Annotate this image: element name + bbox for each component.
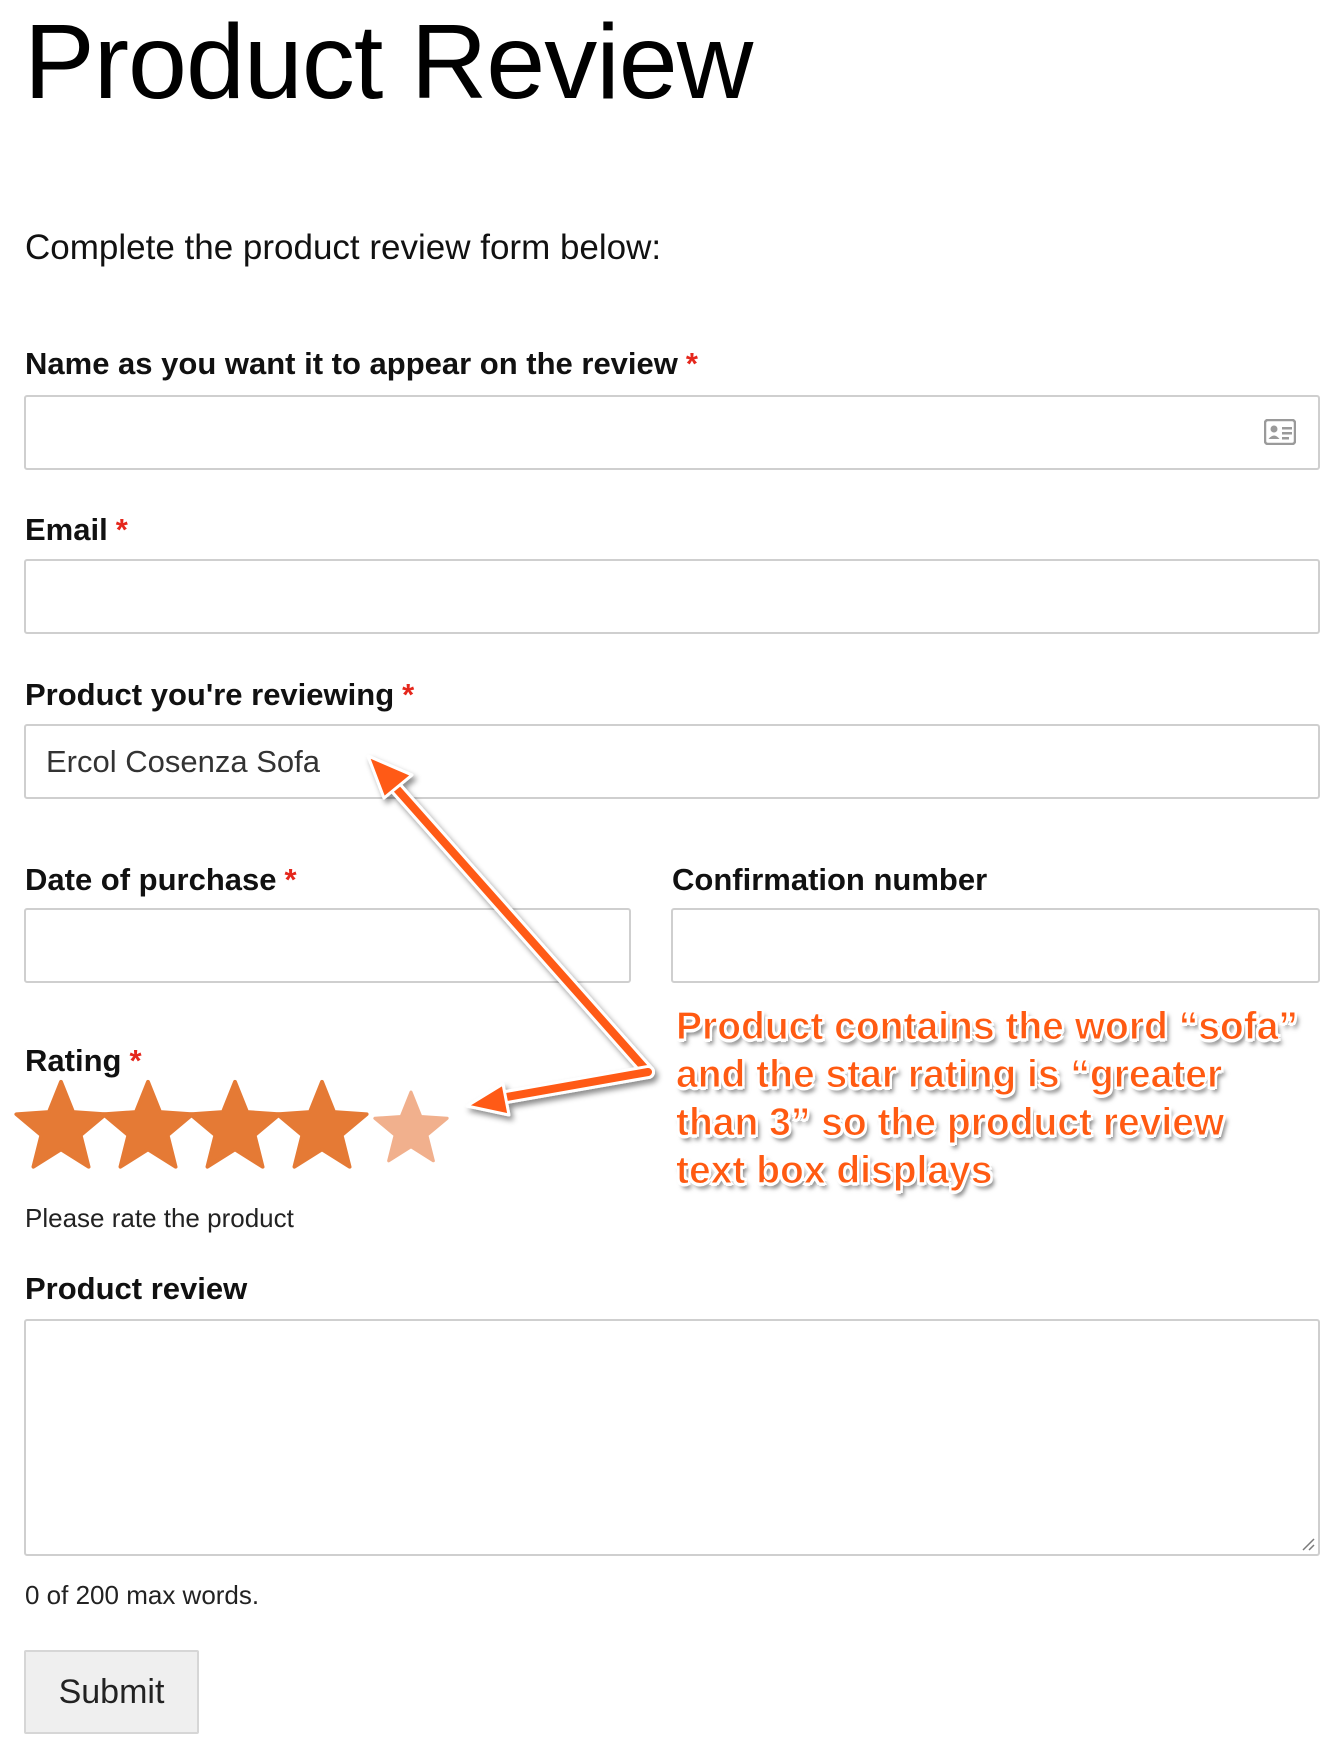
star-icon-4[interactable] (275, 1078, 369, 1172)
annotation-note: Product contains the word “sofa” and the… (676, 1003, 1326, 1195)
word-count: 0 of 200 max words. (25, 1580, 260, 1610)
date-of-purchase-label-text: Date of purchase (25, 862, 277, 897)
form-intro: Complete the product review form below: (25, 228, 662, 267)
confirmation-number-label: Confirmation number (672, 862, 987, 898)
confirmation-number-field[interactable] (671, 908, 1320, 983)
required-marker: * (115, 512, 128, 547)
arrow-to-stars-outline (488, 1065, 655, 1106)
email-label-text: Email (25, 512, 108, 547)
annotation-line: than 3” so the product review (676, 1101, 1225, 1145)
required-marker: * (402, 677, 415, 712)
name-field[interactable] (24, 395, 1320, 470)
star-shape (101, 1079, 195, 1169)
star-icon-2[interactable] (101, 1078, 195, 1172)
star-shape (188, 1079, 282, 1169)
rating-hint: Please rate the product (25, 1203, 294, 1233)
annotation-line: Product contains the word “sofa” (676, 1005, 1299, 1049)
product-label: Product you're reviewing * (25, 677, 414, 713)
email-label: Email * (25, 512, 128, 548)
rating-label-text: Rating (25, 1043, 122, 1078)
star-rating[interactable] (14, 1078, 474, 1178)
date-of-purchase-input[interactable] (26, 910, 629, 981)
star-icon-5[interactable] (373, 1089, 449, 1165)
date-of-purchase-label: Date of purchase * (25, 862, 297, 898)
name-input[interactable] (26, 397, 1318, 468)
submit-button[interactable]: Submit (24, 1650, 199, 1734)
confirmation-number-label-text: Confirmation number (672, 862, 988, 897)
rating-label: Rating * (25, 1043, 142, 1079)
product-review-field[interactable] (24, 1319, 1320, 1556)
product-input[interactable] (26, 726, 1318, 797)
star-icon-3[interactable] (188, 1078, 282, 1172)
page-title: Product Review (24, 3, 753, 121)
email-field[interactable] (24, 559, 1320, 634)
annotation-line: text box displays (676, 1149, 993, 1193)
annotation-line: and the star rating is “greater (676, 1053, 1223, 1097)
product-review-label: Product review (25, 1271, 247, 1307)
required-marker: * (284, 862, 297, 897)
star-shape (373, 1090, 449, 1163)
contact-card-icon[interactable] (1264, 419, 1296, 445)
resize-handle-icon[interactable] (1299, 1535, 1315, 1551)
arrow-to-stars (491, 1068, 652, 1103)
date-of-purchase-field[interactable] (24, 908, 631, 983)
email-input[interactable] (26, 561, 1318, 632)
product-review-textarea[interactable] (26, 1321, 1318, 1554)
name-label: Name as you want it to appear on the rev… (25, 346, 698, 382)
product-label-text: Product you're reviewing (25, 677, 395, 712)
star-shape (14, 1079, 108, 1169)
name-label-text: Name as you want it to appear on the rev… (25, 346, 678, 381)
product-field[interactable] (24, 724, 1320, 799)
required-marker: * (129, 1043, 142, 1078)
product-review-label-text: Product review (25, 1271, 248, 1306)
confirmation-number-input[interactable] (673, 910, 1318, 981)
star-shape (275, 1079, 369, 1169)
star-icon-1[interactable] (14, 1078, 108, 1172)
required-marker: * (685, 346, 698, 381)
